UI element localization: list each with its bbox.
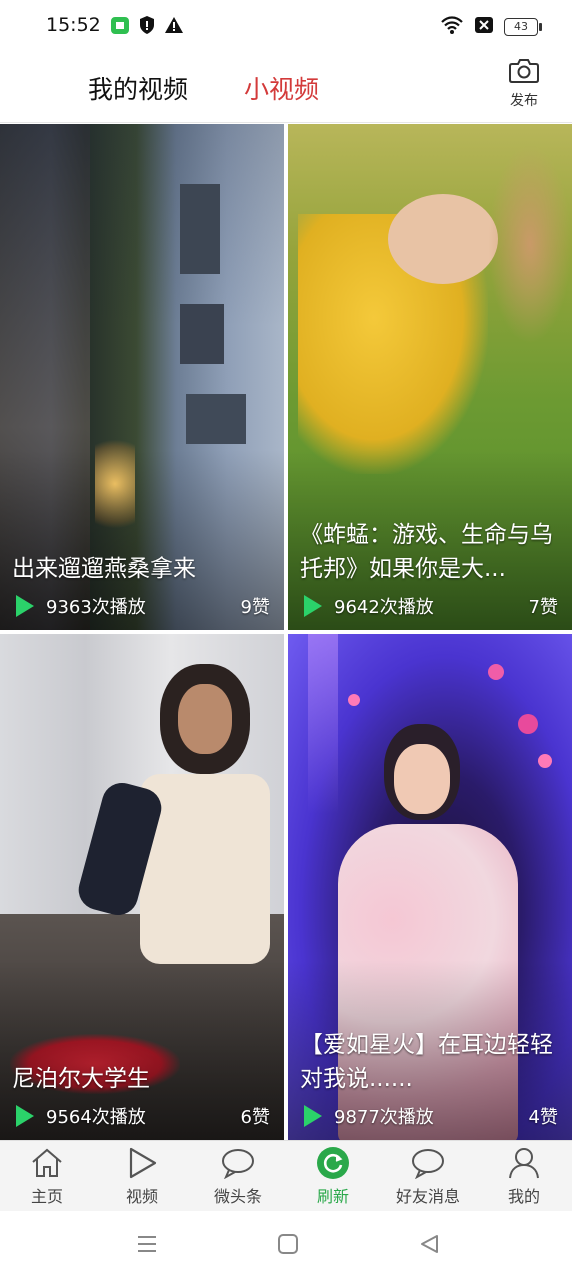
- video-title: 尼泊尔大学生: [12, 1066, 150, 1092]
- nav-item-refresh[interactable]: 刷新: [297, 1145, 369, 1207]
- warning-icon: [164, 16, 184, 38]
- status-time: 15:52: [46, 14, 101, 36]
- play-icon: [16, 595, 34, 617]
- sim-off-icon: [474, 16, 494, 38]
- refresh-icon: [297, 1145, 369, 1181]
- shield-icon: [138, 15, 156, 39]
- play-count: 9642次播放: [334, 597, 434, 618]
- message-icon: [392, 1145, 464, 1181]
- battery-icon: 43: [504, 18, 542, 36]
- video-card[interactable]: 出来遛遛燕桑拿来 9363次播放 9赞: [0, 124, 284, 630]
- like-count: 4赞: [528, 1107, 558, 1128]
- tab-short-videos[interactable]: 小视频: [244, 70, 319, 106]
- video-title: 【爱如星火】在耳边轻轻对我说......: [300, 1032, 553, 1092]
- chat-bubble-icon: [202, 1145, 274, 1181]
- video-stats: 9877次播放 4赞: [304, 1102, 558, 1130]
- menu-icon[interactable]: [136, 1233, 158, 1259]
- like-count: 9赞: [240, 597, 270, 618]
- play-count: 9363次播放: [46, 597, 146, 618]
- nav-label: 刷新: [316, 1187, 349, 1206]
- play-count: 9564次播放: [46, 1107, 146, 1128]
- video-stats: 9564次播放 6赞: [16, 1102, 270, 1130]
- home-icon: [11, 1145, 83, 1181]
- nav-label: 视频: [125, 1187, 158, 1206]
- back-icon[interactable]: [418, 1233, 440, 1259]
- status-bar: 15:52 43: [0, 0, 572, 52]
- user-icon: [488, 1145, 560, 1181]
- nav-label: 好友消息: [395, 1187, 460, 1206]
- like-count: 6赞: [240, 1107, 270, 1128]
- camera-icon: [508, 59, 540, 88]
- like-count: 7赞: [528, 597, 558, 618]
- wifi-icon: [440, 15, 464, 39]
- play-icon: [304, 1105, 322, 1127]
- nav-item-microblog[interactable]: 微头条: [202, 1145, 274, 1207]
- play-icon: [16, 1105, 34, 1127]
- system-nav-bar: [0, 1211, 572, 1280]
- tab-my-videos[interactable]: 我的视频: [88, 70, 188, 106]
- nav-item-home[interactable]: 主页: [11, 1145, 83, 1207]
- play-icon: [106, 1145, 178, 1181]
- video-card[interactable]: 《蚱蜢：游戏、生命与乌托邦》如果你是大... 9642次播放 7赞: [288, 124, 572, 630]
- play-count: 9877次播放: [334, 1107, 434, 1128]
- nav-label: 微头条: [213, 1187, 262, 1206]
- video-title: 《蚱蜢：游戏、生命与乌托邦》如果你是大...: [300, 522, 553, 582]
- nav-label: 主页: [30, 1187, 63, 1206]
- video-stats: 9363次播放 9赞: [16, 592, 270, 620]
- publish-button[interactable]: 发布: [504, 58, 544, 110]
- video-card[interactable]: 【爱如星火】在耳边轻轻对我说...... 9877次播放 4赞: [288, 634, 572, 1140]
- video-grid: 出来遛遛燕桑拿来 9363次播放 9赞 《蚱蜢：游戏、生命与乌托邦》如果你是大.…: [0, 124, 572, 1140]
- video-stats: 9642次播放 7赞: [304, 592, 558, 620]
- app-notification-icon: [110, 15, 130, 39]
- publish-label: 发布: [510, 93, 538, 109]
- nav-item-video[interactable]: 视频: [106, 1145, 178, 1207]
- nav-item-mine[interactable]: 我的: [488, 1145, 560, 1207]
- header: 我的视频 小视频 发布: [0, 52, 572, 123]
- video-title: 出来遛遛燕桑拿来: [12, 556, 196, 582]
- home-button-icon[interactable]: [277, 1233, 299, 1259]
- play-icon: [304, 595, 322, 617]
- bottom-nav: 主页 视频 微头条 刷新 好友消息 我的: [0, 1140, 572, 1211]
- nav-label: 我的: [507, 1187, 540, 1206]
- video-card[interactable]: 尼泊尔大学生 9564次播放 6赞: [0, 634, 284, 1140]
- nav-item-friend-messages[interactable]: 好友消息: [392, 1145, 464, 1207]
